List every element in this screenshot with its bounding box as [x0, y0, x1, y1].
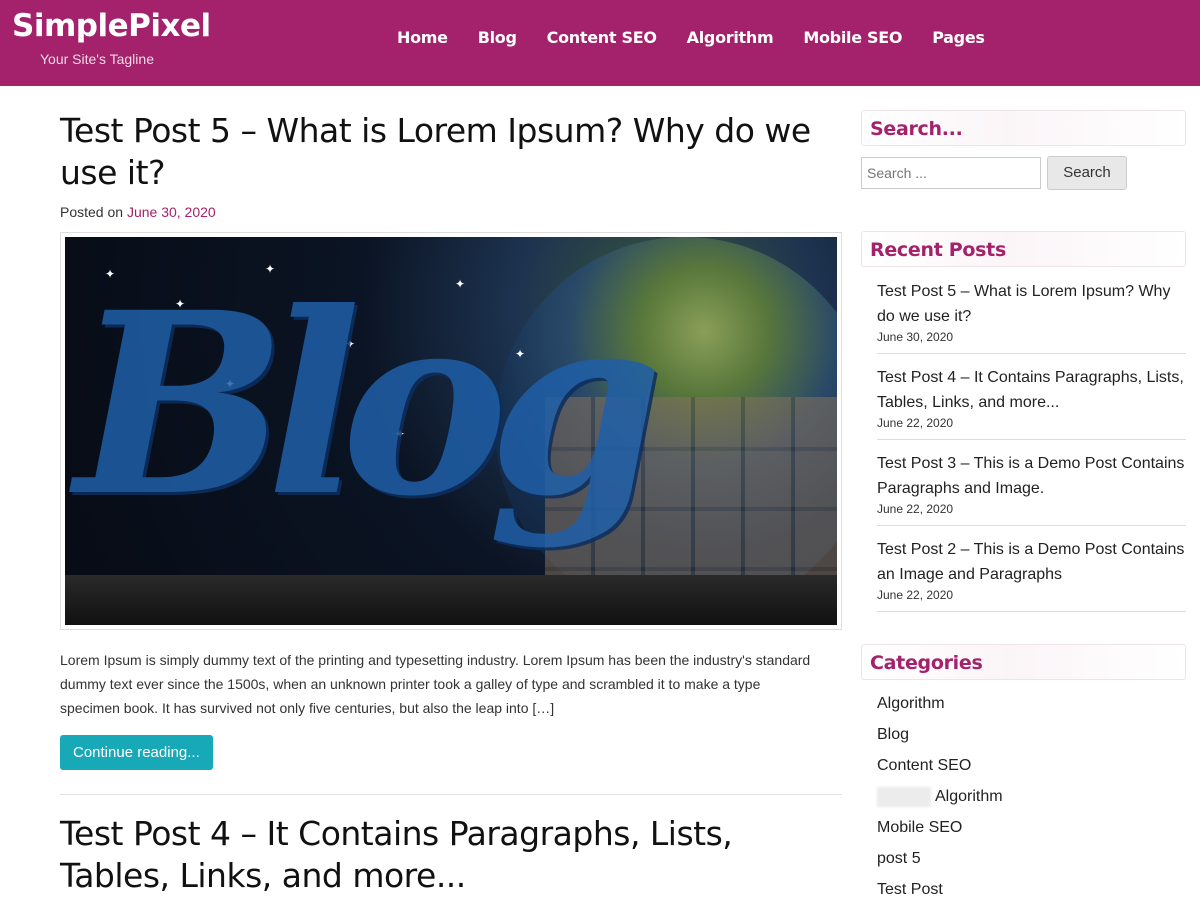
categories-list: Algorithm Blog Content SEO Algorithm Mob… [861, 688, 1186, 900]
site-tagline: Your Site's Tagline [40, 51, 154, 67]
list-item: Test Post 5 – What is Lorem Ipsum? Why d… [877, 275, 1186, 354]
recent-posts-widget: Recent Posts Test Post 5 – What is Lorem… [861, 231, 1186, 612]
main-content: Test Post 5 – What is Lorem Ipsum? Why d… [60, 110, 842, 897]
recent-post-link[interactable]: Test Post 3 – This is a Demo Post Contai… [877, 451, 1186, 501]
recent-post-date: June 22, 2020 [877, 416, 954, 430]
search-button[interactable]: Search [1047, 156, 1127, 190]
recent-post-link[interactable]: Test Post 5 – What is Lorem Ipsum? Why d… [877, 279, 1186, 329]
featured-image-art: ✦ ✦ ✦ ✦ ✦ ✦ ✦ ✦ Blog [65, 237, 837, 625]
widget-title: Recent Posts [861, 231, 1186, 267]
nav-item-home[interactable]: Home [397, 28, 448, 47]
post-excerpt: Lorem Ipsum is simply dummy text of the … [60, 652, 811, 716]
post-article: Test Post 4 – It Contains Paragraphs, Li… [60, 813, 842, 897]
featured-image[interactable]: ✦ ✦ ✦ ✦ ✦ ✦ ✦ ✦ Blog [60, 232, 842, 630]
redacted-block [877, 787, 931, 807]
search-form: Search [861, 156, 1186, 190]
continue-reading-button[interactable]: Continue reading... [60, 735, 213, 770]
category-link-blog[interactable]: Blog [877, 719, 1186, 750]
recent-post-date: June 22, 2020 [877, 502, 954, 516]
search-input[interactable] [861, 157, 1041, 189]
list-item: Test Post 2 – This is a Demo Post Contai… [877, 533, 1186, 612]
post-title[interactable]: Test Post 5 – What is Lorem Ipsum? Why d… [60, 110, 842, 194]
category-link-mobile-seo[interactable]: Mobile SEO [877, 812, 1186, 843]
nav-item-blog[interactable]: Blog [478, 28, 517, 47]
nav-item-algorithm[interactable]: Algorithm [687, 28, 774, 47]
category-link-post-5[interactable]: post 5 [877, 843, 1186, 874]
widget-title: Categories [861, 644, 1186, 680]
recent-post-date: June 30, 2020 [877, 330, 954, 344]
posted-on-label: Posted on [60, 204, 124, 220]
list-item: Test Post 3 – This is a Demo Post Contai… [877, 447, 1186, 526]
post-date-link[interactable]: June 30, 2020 [127, 204, 216, 220]
site-header: SimplePixel Your Site's Tagline Home Blo… [0, 0, 1200, 86]
main-nav: Home Blog Content SEO Algorithm Mobile S… [397, 28, 1015, 47]
nav-item-content-seo[interactable]: Content SEO [547, 28, 657, 47]
post-divider [60, 794, 842, 795]
blog-logo-art: Blog [75, 257, 663, 551]
category-link-content-seo[interactable]: Content SEO [877, 750, 1186, 781]
post-title[interactable]: Test Post 4 – It Contains Paragraphs, Li… [60, 813, 842, 897]
search-widget: Search... Search [861, 110, 1186, 190]
nav-item-mobile-seo[interactable]: Mobile SEO [803, 28, 902, 47]
category-link-algorithm-child[interactable]: Algorithm [935, 788, 1003, 805]
category-link-test-post[interactable]: Test Post [877, 874, 1186, 900]
site-title[interactable]: SimplePixel [12, 8, 211, 44]
list-item: Test Post 4 – It Contains Paragraphs, Li… [877, 361, 1186, 440]
recent-post-link[interactable]: Test Post 2 – This is a Demo Post Contai… [877, 537, 1186, 587]
recent-post-date: June 22, 2020 [877, 588, 954, 602]
category-item-child: Algorithm [877, 781, 1186, 812]
sidebar: Search... Search Recent Posts Test Post … [861, 110, 1186, 900]
categories-widget: Categories Algorithm Blog Content SEO Al… [861, 644, 1186, 900]
recent-post-link[interactable]: Test Post 4 – It Contains Paragraphs, Li… [877, 365, 1186, 415]
nav-item-pages[interactable]: Pages [932, 28, 985, 47]
post-article: Test Post 5 – What is Lorem Ipsum? Why d… [60, 110, 842, 795]
category-link-algorithm[interactable]: Algorithm [877, 688, 1186, 719]
post-meta: Posted on June 30, 2020 [60, 204, 842, 220]
recent-posts-list: Test Post 5 – What is Lorem Ipsum? Why d… [861, 275, 1186, 612]
widget-title: Search... [861, 110, 1186, 146]
desk-surface [65, 575, 837, 625]
